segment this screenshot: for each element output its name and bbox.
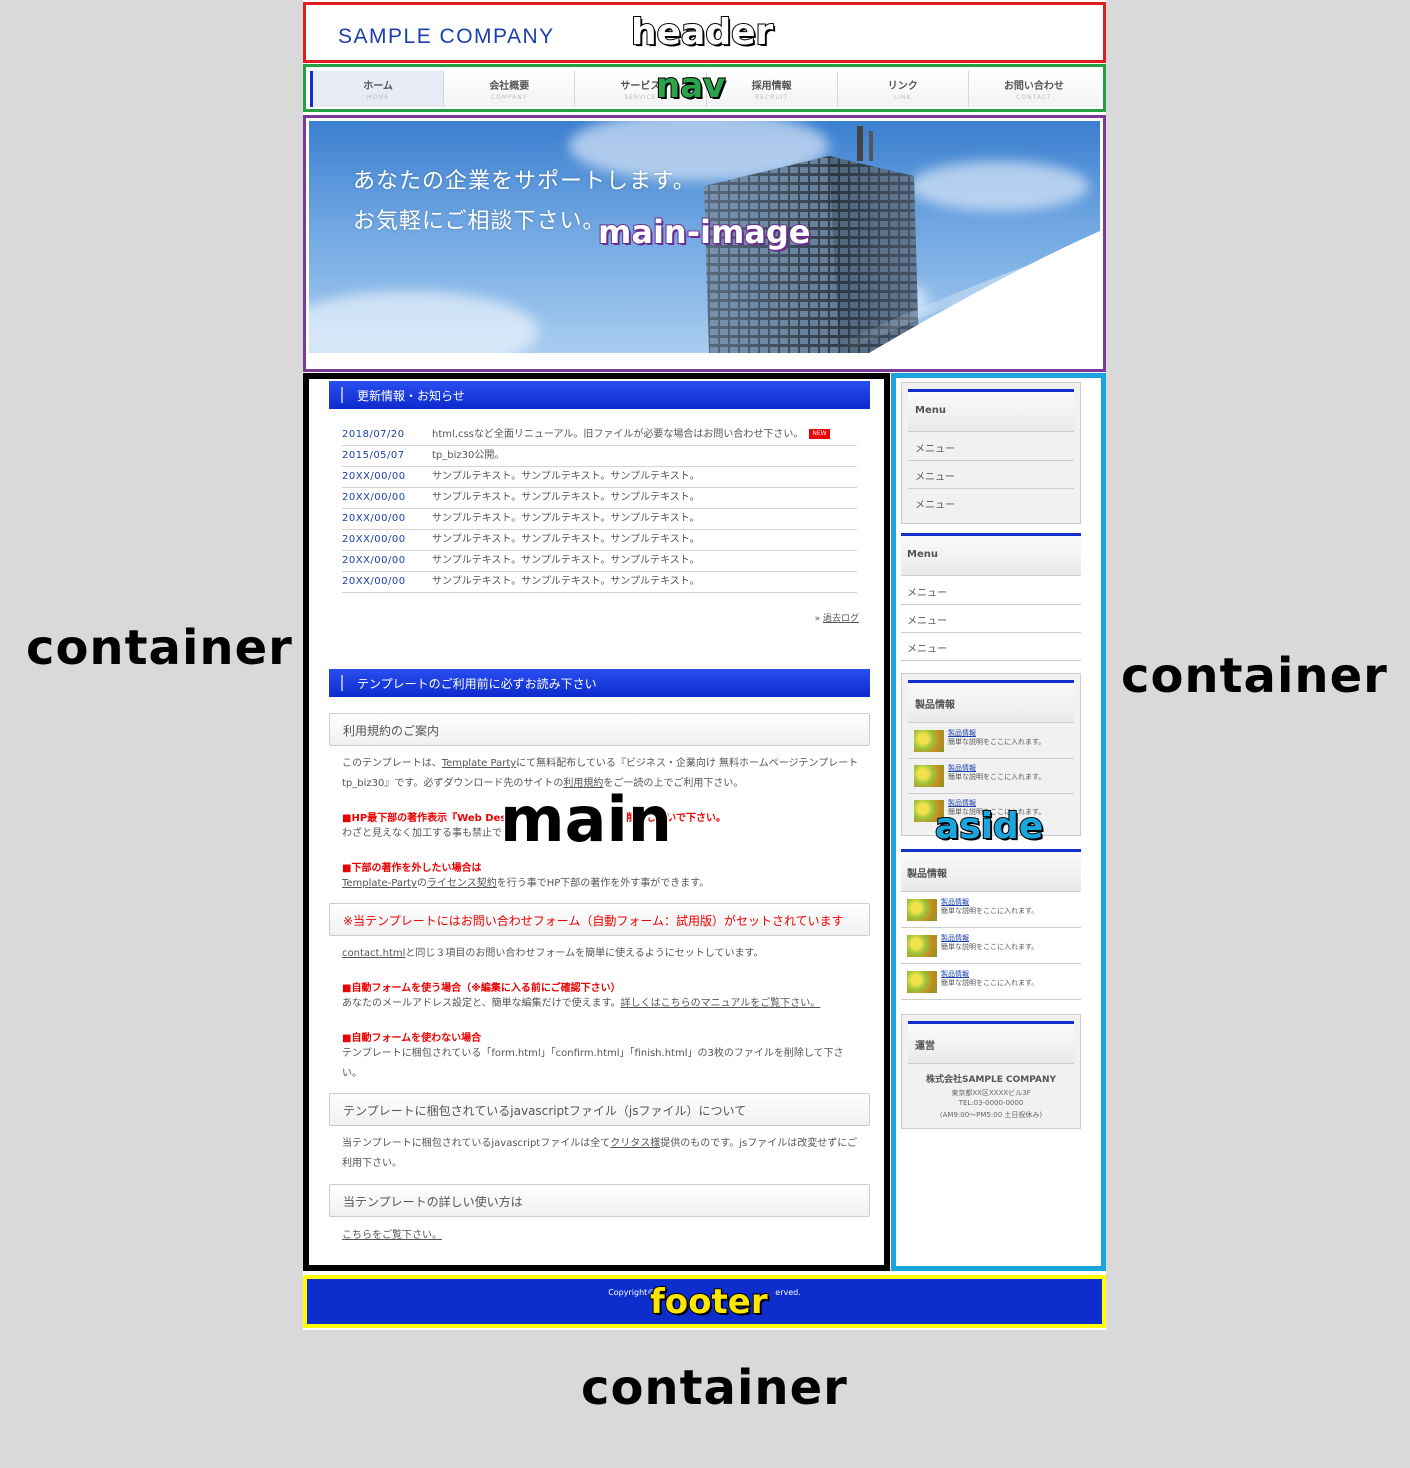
past-log-link[interactable]: 過去ログ [823, 614, 859, 624]
menu-box-1: Menu メニュー メニュー メニュー [901, 382, 1081, 524]
js-heading: テンプレートに梱包されているjavascriptファイル（jsファイル）について [329, 1093, 870, 1126]
auto-form-heading: ■自動フォームを使う場合（※編集に入る前にご確認下さい） [342, 983, 621, 994]
company-hours: (AM9:00～PM5:00 土日祝休み) [939, 1111, 1043, 1119]
sidebar-menu-item[interactable]: メニュー [901, 633, 1081, 661]
news-list: 2018/07/20 html,cssなど全面リニューアル。旧ファイルが必要な場合… [342, 425, 857, 593]
sidebar-menu-item[interactable]: メニュー [908, 461, 1074, 489]
usage-link[interactable]: こちらをご覧下さい。 [342, 1230, 442, 1241]
news-row: 20XX/00/00 サンプルテキスト。サンプルテキスト。サンプルテキスト。 [342, 572, 857, 593]
template-heading: テンプレートのご利用前に必ずお読み下さい [329, 669, 870, 697]
template-party-link-2[interactable]: Template-Party [342, 878, 417, 889]
no-auto-form-heading: ■自動フォームを使わない場合 [342, 1033, 482, 1044]
new-badge: NEW [809, 429, 830, 439]
contact-html-link[interactable]: contact.html [342, 948, 405, 959]
container-label-left: container [26, 620, 293, 676]
menu-box-2-title: Menu [901, 536, 1081, 576]
company-tel: TEL:03-0000-0000 [958, 1099, 1024, 1107]
kuritasu-link[interactable]: クリタス様 [610, 1138, 660, 1149]
auto-form-text: あなたのメールアドレス設定と、簡単な編集だけで使えます。詳しくはこちらのマニュア… [342, 998, 821, 1009]
terms-heading: 利用規約のご案内 [329, 713, 870, 746]
hero-catch-line-1: あなたの企業をサポートします。 [353, 169, 696, 194]
aside-label: aside [934, 805, 1044, 848]
news-row: 20XX/00/00 サンプルテキスト。サンプルテキスト。サンプルテキスト。 [342, 509, 857, 530]
sidebar-menu-item[interactable]: メニュー [908, 433, 1074, 461]
news-row: 20XX/00/00 サンプルテキスト。サンプルテキスト。サンプルテキスト。 [342, 467, 857, 488]
sidebar-menu-item[interactable]: メニュー [901, 605, 1081, 633]
template-party-link[interactable]: Template Party [442, 758, 516, 769]
product-thumbnail [907, 899, 937, 921]
main-label: main [499, 782, 674, 858]
footer-label: footer [649, 1281, 769, 1323]
product-item[interactable]: 製品情報 簡単な説明をここに入れます。 [908, 759, 1074, 794]
usage-text: こちらをご覧下さい。 [342, 1226, 862, 1246]
sidebar-menu-item[interactable]: メニュー [901, 577, 1081, 605]
sidebar-menu-item[interactable]: メニュー [908, 489, 1074, 517]
nav-item-home[interactable]: ホーム HOME [310, 71, 445, 107]
product-item[interactable]: 製品情報 簡単な説明をここに入れます。 [908, 724, 1074, 759]
nav-label: nav [655, 65, 726, 107]
news-heading: 更新情報・お知らせ [329, 381, 870, 409]
company-box: 運営 株式会社SAMPLE COMPANY 東京都XX区XXXXビル3F TEL… [901, 1014, 1081, 1129]
product-item[interactable]: 製品情報 簡単な説明をここに入れます。 [901, 893, 1081, 928]
form-heading: ※当テンプレートにはお問い合わせフォーム（自動フォーム：試用版）がセットされてい… [329, 903, 870, 936]
container-label-right: container [1121, 648, 1388, 704]
product-box-2-title: 製品情報 [901, 852, 1081, 892]
company-name: 株式会社SAMPLE COMPANY [925, 1075, 1056, 1085]
news-row: 20XX/00/00 サンプルテキスト。サンプルテキスト。サンプルテキスト。 [342, 488, 857, 509]
main-image-label: main-image [597, 212, 811, 252]
product-box-1-title: 製品情報 [908, 683, 1074, 723]
remove-credit-heading: ■下部の著作を外したい場合は [342, 863, 482, 874]
container-label-bottom: container [581, 1360, 848, 1416]
news-row: 2015/05/07 tp_biz30公開。 [342, 446, 857, 467]
license-link[interactable]: ライセンス契約 [427, 878, 497, 889]
news-row: 2018/07/20 html,cssなど全面リニューアル。旧ファイルが必要な場合… [342, 425, 857, 446]
nav-item-contact[interactable]: お問い合わせ CONTACT [968, 71, 1100, 107]
site-logo[interactable]: SAMPLE COMPANY [338, 25, 555, 49]
header-label: header [630, 11, 774, 54]
company-address: 東京都XX区XXXXビル3F [951, 1089, 1031, 1097]
company-box-title: 運営 [908, 1024, 1074, 1064]
nav-item-company[interactable]: 会社概要 COMPANY [444, 71, 576, 107]
manual-link[interactable]: 詳しくはこちらのマニュアルをご覧下さい。 [621, 998, 821, 1009]
product-thumbnail [914, 765, 944, 787]
usage-heading: 当テンプレートの詳しい使い方は [329, 1184, 870, 1217]
product-item[interactable]: 製品情報 簡単な説明をここに入れます。 [901, 965, 1081, 1000]
product-thumbnail [914, 730, 944, 752]
past-log: » 過去ログ [814, 614, 859, 624]
product-thumbnail [907, 935, 937, 957]
js-text: 当テンプレートに梱包されているjavascriptファイルは全てクリタス様提供の… [342, 1138, 858, 1169]
product-thumbnail [907, 971, 937, 993]
news-row: 20XX/00/00 サンプルテキスト。サンプルテキスト。サンプルテキスト。 [342, 551, 857, 572]
news-row: 20XX/00/00 サンプルテキスト。サンプルテキスト。サンプルテキスト。 [342, 530, 857, 551]
menu-box-1-title: Menu [908, 392, 1074, 432]
no-auto-form-text: テンプレートに梱包されている「form.html」「confirm.html」「… [342, 1048, 844, 1079]
license-text: Template-Partyのライセンス契約を行う事でHP下部の著作を外す事がで… [342, 878, 710, 889]
form-text: contact.htmlと同じ３項目のお問い合わせフォームを簡単に使えるようにセ… [342, 948, 764, 959]
product-item[interactable]: 製品情報 簡単な説明をここに入れます。 [901, 929, 1081, 964]
nav-item-recruit[interactable]: 採用情報 RECRUIT [706, 71, 838, 107]
hero-catch-line-2: お気軽にご相談下さい。 [353, 209, 606, 234]
nav-item-link[interactable]: リンク LINK [837, 71, 969, 107]
